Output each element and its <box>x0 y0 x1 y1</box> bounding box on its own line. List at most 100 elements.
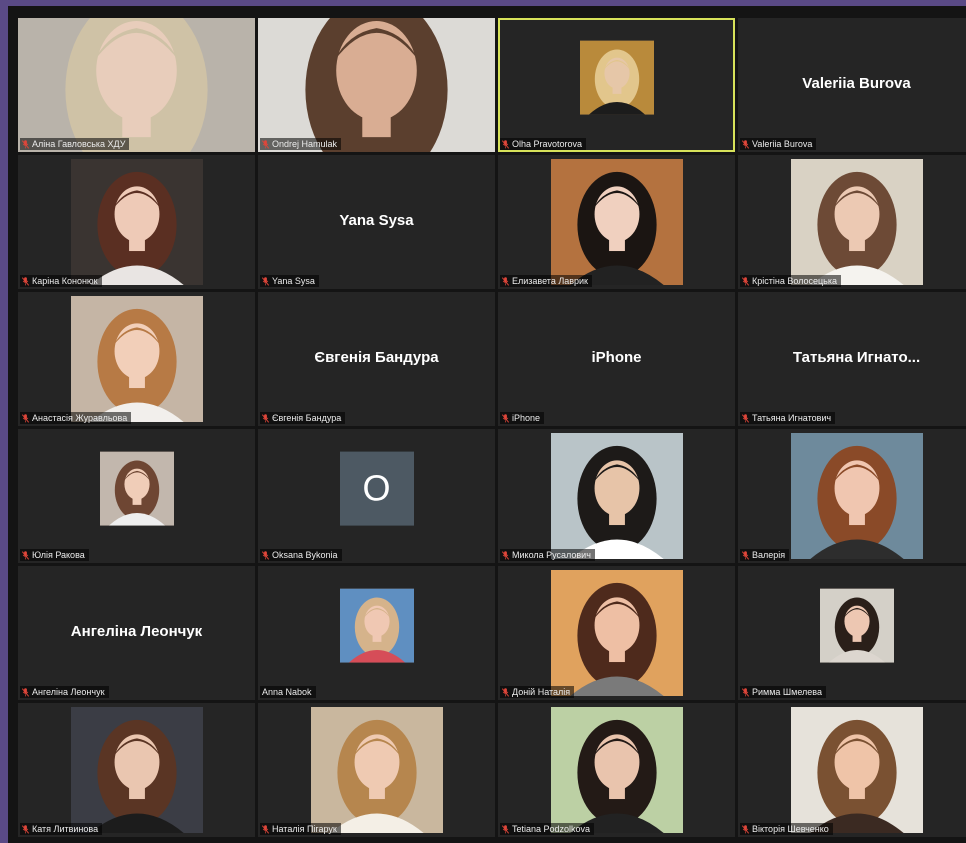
participant-name-text: Наталія Пігарук <box>272 824 337 834</box>
participant-name-label: Елизавета Лаврик <box>500 275 592 287</box>
participant-name-text: Oksana Bykonia <box>272 550 338 560</box>
participant-video <box>99 451 174 526</box>
participant-name-label: Valeriia Burova <box>740 138 817 150</box>
participant-video <box>70 296 203 422</box>
participant-silhouette <box>18 18 255 152</box>
participant-video <box>258 18 495 152</box>
participant-display-name: Valeriia Burova <box>802 74 911 92</box>
participant-name-text: Римма Шмелева <box>752 687 822 697</box>
participant-name-text: Valeriia Burova <box>752 139 813 149</box>
participant-video <box>550 159 683 285</box>
participant-name-label: Катя Литвинова <box>20 823 103 835</box>
participant-name-text: Катя Литвинова <box>32 824 99 834</box>
participant-name-text: Каріна Кононюк <box>32 276 98 286</box>
participant-tile[interactable]: Yana Sysa Yana Sysa <box>258 155 495 289</box>
participant-video <box>18 18 255 152</box>
participant-display-name: Татьяна Игнато... <box>792 348 921 366</box>
participant-tile[interactable]: Микола Русалович <box>498 429 735 563</box>
participant-name-text: Євгенія Бандура <box>272 413 342 423</box>
participant-silhouette <box>550 433 683 559</box>
participant-video <box>790 707 923 833</box>
participant-video <box>819 588 894 663</box>
meeting-window: Аліна Гавловська ХДУ Ondrej Hamulak Olha P… <box>8 6 966 843</box>
participant-name-label: Євгенія Бандура <box>260 412 346 424</box>
avatar-initial: O <box>339 451 414 526</box>
participant-name-label: Yana Sysa <box>260 275 319 287</box>
mic-muted-icon <box>742 687 749 697</box>
participant-display-name: Ангеліна Леончук <box>70 622 203 640</box>
mic-muted-icon <box>22 824 29 834</box>
participant-name-label: Oksana Bykonia <box>260 549 342 561</box>
participant-tile[interactable]: O Oksana Bykonia <box>258 429 495 563</box>
participant-tile[interactable]: Olha Pravotorova <box>498 18 735 152</box>
participant-tile[interactable]: Юлія Ракова <box>18 429 255 563</box>
participant-silhouette <box>579 40 654 115</box>
participant-name-text: Ангеліна Леончук <box>32 687 105 697</box>
participant-name-label: Анастасія Журавльова <box>20 412 132 424</box>
participant-name-label: Вікторія Шевченко <box>740 823 833 835</box>
participant-silhouette <box>790 707 923 833</box>
participant-tile[interactable]: Римма Шмелева <box>738 566 966 700</box>
mic-muted-icon <box>502 824 509 834</box>
participant-tile[interactable]: Крістіна Волосецька <box>738 155 966 289</box>
participant-name-label: Римма Шмелева <box>740 686 826 698</box>
participant-tile[interactable]: Ondrej Hamulak <box>258 18 495 152</box>
participant-name-text: iPhone <box>512 413 541 423</box>
participant-silhouette <box>550 707 683 833</box>
participant-tile[interactable]: Вікторія Шевченко <box>738 703 966 837</box>
mic-muted-icon <box>502 139 509 149</box>
participant-tile[interactable]: Ангеліна Леончук Ангеліна Леончук <box>18 566 255 700</box>
participant-video <box>550 707 683 833</box>
participant-name-label: Наталія Пігарук <box>260 823 341 835</box>
mic-muted-icon <box>742 413 749 423</box>
participant-silhouette <box>310 707 443 833</box>
participant-tile[interactable]: Катя Литвинова <box>18 703 255 837</box>
participant-name-text: Анастасія Журавльова <box>32 413 128 423</box>
participant-video <box>550 433 683 559</box>
mic-muted-icon <box>742 139 749 149</box>
participant-tile[interactable]: Valeriia Burova Valeriia Burova <box>738 18 966 152</box>
participant-tile[interactable]: Елизавета Лаврик <box>498 155 735 289</box>
participant-name-text: Yana Sysa <box>272 276 315 286</box>
participant-tile[interactable]: Tetiana Podzolkova <box>498 703 735 837</box>
mic-muted-icon <box>22 413 29 423</box>
mic-muted-icon <box>742 276 749 286</box>
participant-tile[interactable]: Валерія <box>738 429 966 563</box>
mic-muted-icon <box>262 550 269 560</box>
participant-name-label: Tetiana Podzolkova <box>500 823 595 835</box>
participant-tile[interactable]: Аліна Гавловська ХДУ <box>18 18 255 152</box>
participant-tile[interactable]: Доній Наталія <box>498 566 735 700</box>
participant-tile[interactable]: Наталія Пігарук <box>258 703 495 837</box>
participant-name-label: Ondrej Hamulak <box>260 138 342 150</box>
participant-name-label: Доній Наталія <box>500 686 575 698</box>
participant-display-name: Євгенія Бандура <box>314 348 439 366</box>
participant-tile[interactable]: Татьяна Игнато... Татьяна Игнатович <box>738 292 966 426</box>
participant-silhouette <box>550 159 683 285</box>
participant-silhouette <box>70 296 203 422</box>
participant-silhouette <box>339 588 414 663</box>
participant-name-label: iPhone <box>500 412 545 424</box>
participant-name-text: Доній Наталія <box>512 687 571 697</box>
participant-video <box>339 588 414 663</box>
participant-name-text: Аліна Гавловська ХДУ <box>32 139 126 149</box>
participant-tile[interactable]: Anna Nabok <box>258 566 495 700</box>
participant-name-text: Ondrej Hamulak <box>272 139 338 149</box>
participant-silhouette <box>70 159 203 285</box>
participant-tile[interactable]: Євгенія Бандура Євгенія Бандура <box>258 292 495 426</box>
mic-muted-icon <box>22 276 29 286</box>
participant-video <box>579 40 654 115</box>
participant-tile[interactable]: Каріна Кононюк <box>18 155 255 289</box>
participant-name-text: Вікторія Шевченко <box>752 824 829 834</box>
mic-muted-icon <box>742 550 749 560</box>
participant-gallery: Аліна Гавловська ХДУ Ondrej Hamulak Olha P… <box>18 18 966 837</box>
participant-name-label: Anna Nabok <box>260 686 316 698</box>
participant-name-label: Микола Русалович <box>500 549 595 561</box>
participant-silhouette <box>790 433 923 559</box>
mic-muted-icon <box>262 276 269 286</box>
participant-tile[interactable]: Анастасія Журавльова <box>18 292 255 426</box>
participant-name-text: Татьяна Игнатович <box>752 413 832 423</box>
mic-muted-icon <box>502 413 509 423</box>
participant-video <box>550 570 683 696</box>
participant-name-label: Татьяна Игнатович <box>740 412 836 424</box>
participant-tile[interactable]: iPhone iPhone <box>498 292 735 426</box>
